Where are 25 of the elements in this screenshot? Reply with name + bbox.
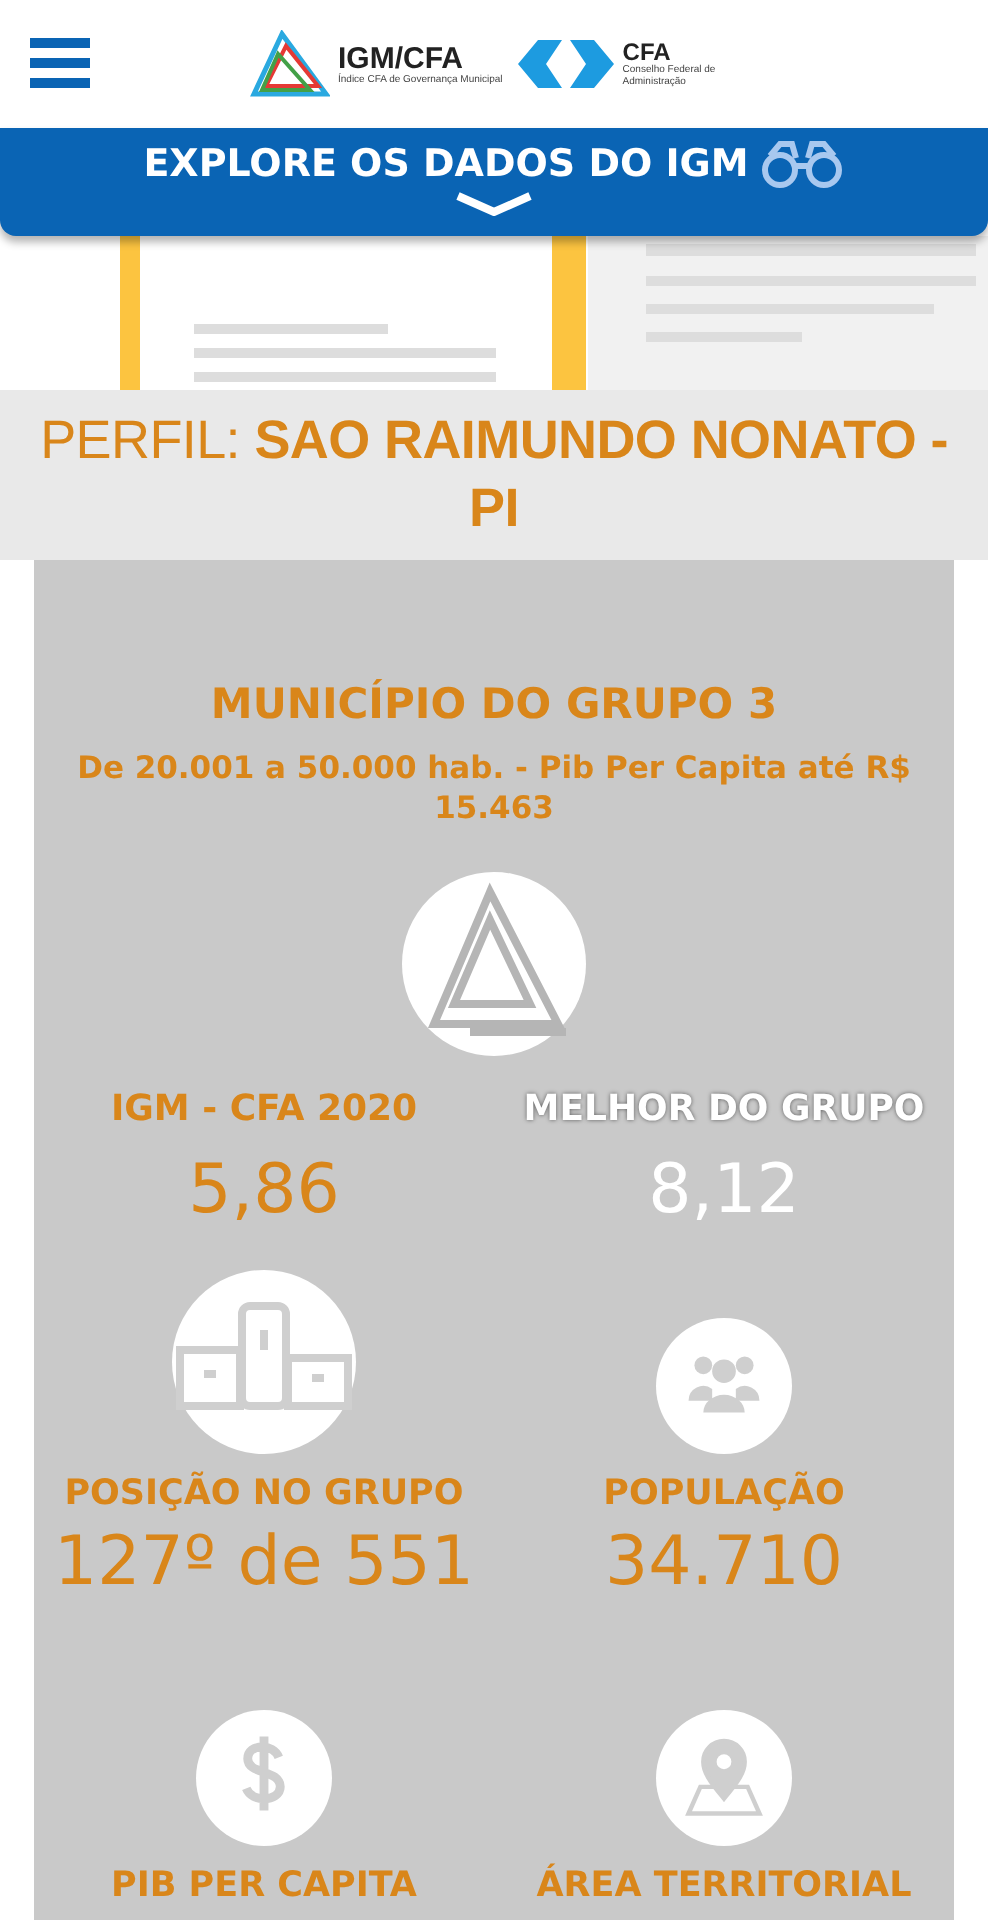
score-label: MELHOR DO GRUPO xyxy=(523,1088,925,1131)
binoculars-icon xyxy=(760,140,845,188)
triangle-logo-icon xyxy=(250,30,330,98)
triangle-logo-icon xyxy=(402,872,586,1057)
indicator-label: POPULAÇÃO xyxy=(603,1474,845,1515)
podium-icon xyxy=(172,1270,356,1455)
menu-icon[interactable] xyxy=(30,38,90,90)
group-title: MUNICÍPIO DO GRUPO 3 xyxy=(210,680,778,728)
partner-title: CFA xyxy=(622,38,671,67)
group-subtitle: De 20.001 a 50.000 hab. - Pib Per Capita até R$ 15.463 xyxy=(75,748,913,829)
profile-title: PERFIL: SAO RAIMUNDO NONATO - PI xyxy=(38,407,950,541)
indicator-label: ÁREA TERRITORIAL xyxy=(536,1866,912,1907)
cfa-logo-icon xyxy=(518,38,615,90)
score-value: 5,86 xyxy=(188,1150,340,1231)
chevron-down-icon xyxy=(454,192,534,216)
people-icon xyxy=(656,1318,792,1455)
logo-title: IGM/CFA xyxy=(338,41,463,76)
dollar-icon xyxy=(196,1710,332,1847)
indicator-label: POSIÇÃO NO GRUPO xyxy=(64,1474,464,1515)
score-label: IGM - CFA 2020 xyxy=(110,1088,418,1131)
indicator-value: 127º de 551 xyxy=(54,1522,474,1603)
indicator-label: PIB PER CAPITA xyxy=(111,1866,417,1907)
indicator-value: 34.710 xyxy=(605,1522,843,1603)
explore-button[interactable]: EXPLORE OS DADOS DO IGM xyxy=(0,128,988,236)
map-pin-icon xyxy=(656,1710,792,1847)
